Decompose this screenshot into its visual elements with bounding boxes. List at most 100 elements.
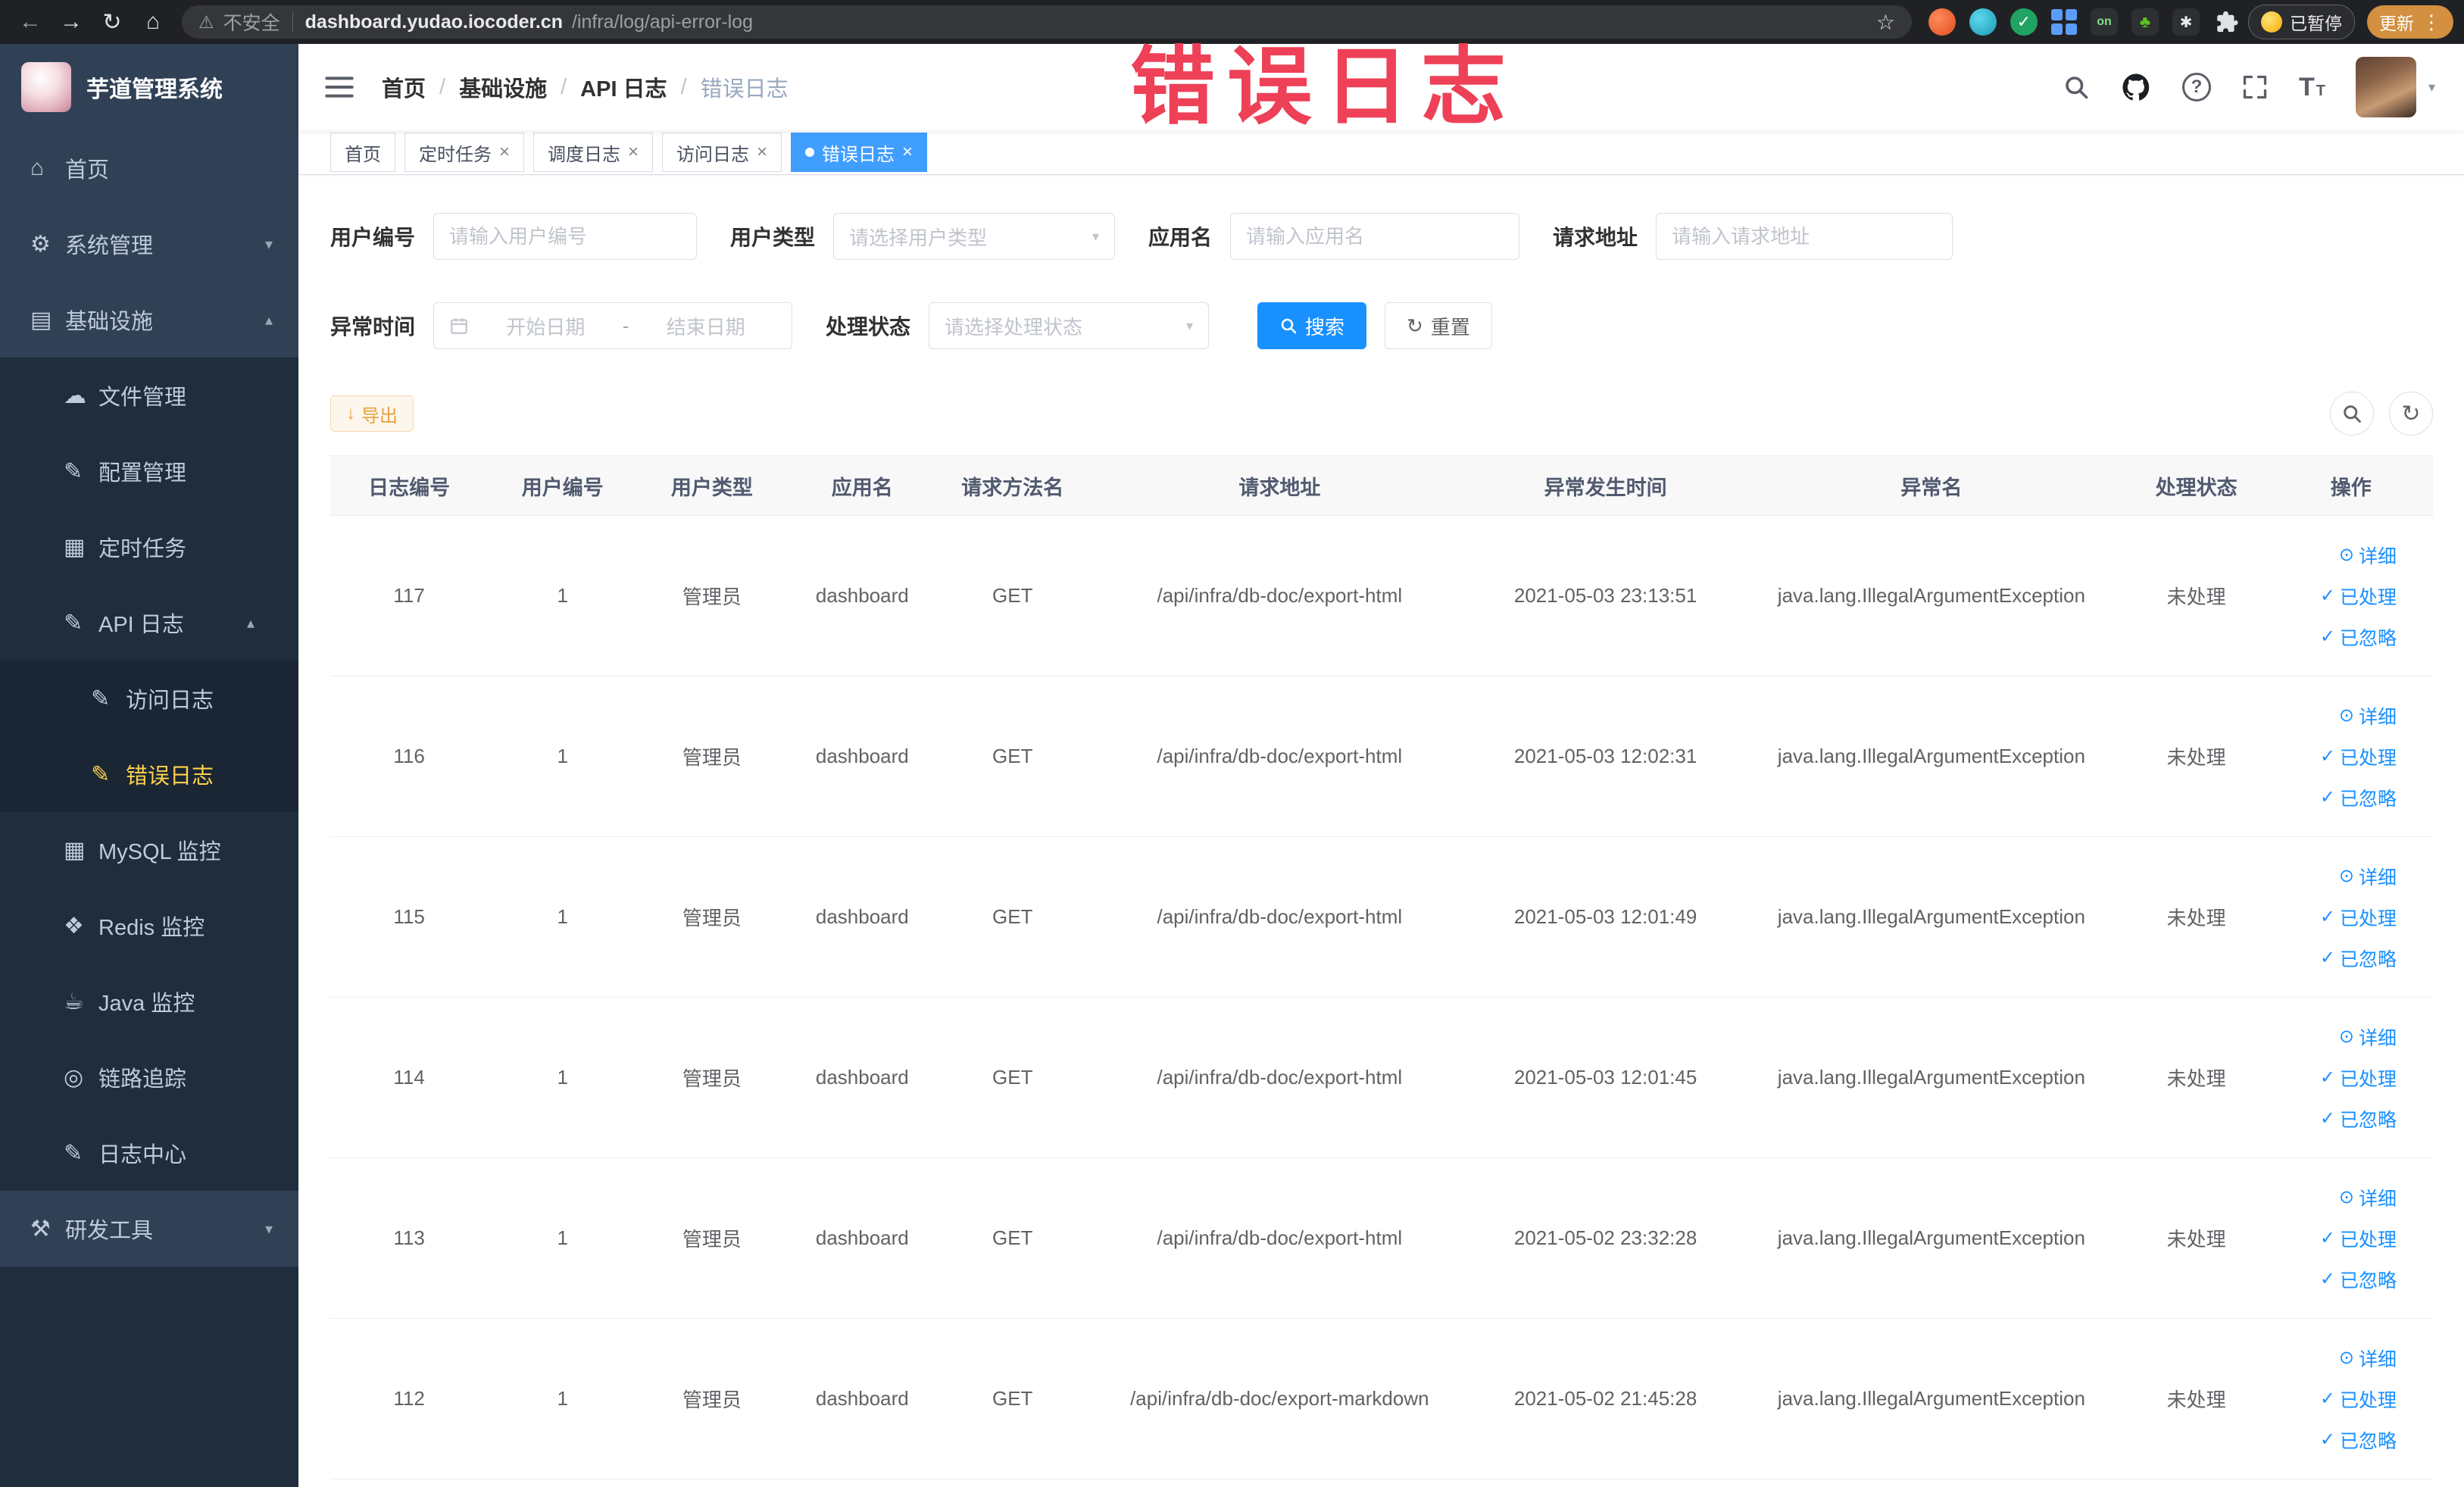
cell-request-url: /api/infra/db-doc/export-html — [1087, 997, 1472, 1158]
detail-link[interactable]: ⊙ 详细 — [2339, 1184, 2397, 1211]
browser-home-icon[interactable]: ⌂ — [133, 5, 173, 39]
detail-link[interactable]: ⊙ 详细 — [2339, 863, 2397, 890]
mark-processed-link[interactable]: ✓ 已处理 — [2320, 583, 2397, 610]
mark-ignored-link[interactable]: ✓ 已忽略 — [2320, 623, 2397, 651]
sidebar-item-access-log[interactable]: ✎ 访问日志 — [0, 661, 298, 736]
close-icon[interactable]: × — [757, 142, 767, 163]
close-icon[interactable]: × — [902, 142, 913, 163]
extension-green-check-icon[interactable]: ✓ — [2010, 8, 2038, 36]
breadcrumb-item[interactable]: 首页 — [382, 71, 426, 103]
breadcrumb-item[interactable]: API 日志 — [580, 71, 667, 103]
github-icon[interactable] — [2120, 71, 2152, 103]
refresh-table-button[interactable]: ↻ — [2389, 392, 2433, 436]
mark-ignored-link[interactable]: ✓ 已忽略 — [2320, 945, 2397, 972]
detail-link[interactable]: ⊙ 详细 — [2339, 1023, 2397, 1051]
reset-button[interactable]: ↻ 重置 — [1385, 302, 1492, 349]
detail-link[interactable]: ⊙ 详细 — [2339, 702, 2397, 729]
cell-user-id: 1 — [488, 1318, 638, 1479]
cell-exception-time: 2021-05-03 12:01:45 — [1472, 997, 1739, 1158]
detail-link[interactable]: ⊙ 详细 — [2339, 1345, 2397, 1372]
sidebar-toggle-icon[interactable] — [324, 74, 354, 100]
mark-ignored-link[interactable]: ✓ 已忽略 — [2320, 1266, 2397, 1293]
back-icon[interactable]: ← — [11, 5, 50, 39]
detail-link[interactable]: ⊙ 详细 — [2339, 542, 2397, 569]
extension-on-badge-icon[interactable]: on — [2091, 8, 2118, 36]
extension-grid-icon[interactable] — [2051, 9, 2077, 35]
column-header-process-status: 处理状态 — [2123, 455, 2269, 516]
reload-icon[interactable]: ↻ — [92, 5, 132, 39]
browser-menu-icon[interactable]: ⋮ — [2422, 11, 2441, 34]
app-name-input[interactable] — [1230, 213, 1520, 260]
sidebar-item-label: 文件管理 — [98, 386, 187, 410]
sidebar-item-dev-tools[interactable]: ⚒ 研发工具 ▾ — [0, 1191, 298, 1267]
cell-method: GET — [938, 997, 1088, 1158]
sidebar-item-scheduled-tasks[interactable]: ▦ 定时任务 — [0, 509, 298, 585]
sidebar-item-error-log[interactable]: ✎ 错误日志 — [0, 736, 298, 812]
help-icon[interactable]: ? — [2181, 73, 2211, 102]
extension-teal-icon[interactable] — [1969, 8, 1997, 36]
sidebar-item-system-mgmt[interactable]: ⚙ 系统管理 ▾ — [0, 206, 298, 282]
mark-ignored-link[interactable]: ✓ 已忽略 — [2320, 1105, 2397, 1132]
toggle-search-button[interactable] — [2330, 392, 2374, 436]
mark-processed-link[interactable]: ✓ 已处理 — [2320, 904, 2397, 931]
filter-exception-time: 异常时间 开始日期 - 结束日期 — [330, 302, 793, 349]
eye-icon: ◎ — [64, 1064, 84, 1090]
avatar-caret-icon[interactable]: ▾ — [2428, 80, 2435, 95]
user-type-select[interactable]: 请选择用户类型 ▾ — [833, 213, 1116, 260]
sidebar-item-config-mgmt[interactable]: ✎ 配置管理 — [0, 433, 298, 509]
date-range-picker[interactable]: 开始日期 - 结束日期 — [433, 302, 793, 349]
search-icon[interactable] — [2063, 73, 2090, 101]
browser-update-button[interactable]: 更新 ⋮ — [2367, 5, 2453, 39]
cell-process-status: 未处理 — [2123, 1318, 2269, 1479]
sidebar-item-tracing[interactable]: ◎ 链路追踪 — [0, 1039, 298, 1115]
export-button[interactable]: ↓ 导出 — [330, 395, 414, 432]
sidebar-item-mysql-monitor[interactable]: ▦ MySQL 监控 — [0, 812, 298, 888]
extension-paw-icon[interactable]: ✱ — [2172, 8, 2200, 36]
tab-scheduled-tasks[interactable]: 定时任务 × — [404, 133, 525, 172]
extension-sprout-icon[interactable]: ♣ — [2131, 8, 2159, 36]
profile-paused-button[interactable]: 已暂停 — [2248, 5, 2355, 39]
search-button[interactable]: 搜索 — [1257, 302, 1367, 349]
bookmark-star-icon[interactable]: ☆ — [1876, 10, 1895, 35]
mark-processed-link[interactable]: ✓ 已处理 — [2320, 1064, 2397, 1092]
mark-processed-link[interactable]: ✓ 已处理 — [2320, 1385, 2397, 1413]
tab-error-log[interactable]: 错误日志 × — [791, 133, 928, 172]
sidebar-item-home[interactable]: ⌂ 首页 — [0, 130, 298, 206]
sidebar-logo[interactable]: 芋道管理系统 — [0, 44, 298, 130]
app-title: 芋道管理系统 — [86, 77, 223, 102]
process-status-select[interactable]: 请选择处理状态 ▾ — [929, 302, 1210, 349]
mark-processed-link[interactable]: ✓ 已处理 — [2320, 1225, 2397, 1252]
page-content: 用户编号 用户类型 请选择用户类型 ▾ 应用名 — [298, 175, 2464, 1487]
close-icon[interactable]: × — [628, 142, 639, 163]
extensions-row: ✓ on ♣ ✱ — [1928, 8, 2239, 36]
cell-app-name: dashboard — [786, 1157, 938, 1319]
fullscreen-icon[interactable] — [2241, 73, 2269, 101]
sidebar-item-redis-monitor[interactable]: ❖ Redis 监控 — [0, 888, 298, 964]
tab-home[interactable]: 首页 — [330, 133, 395, 172]
extension-orange-icon[interactable] — [1928, 8, 1956, 36]
mark-ignored-link[interactable]: ✓ 已忽略 — [2320, 784, 2397, 811]
request-url-input[interactable] — [1656, 213, 1953, 260]
check-icon: ✓ — [2319, 1429, 2335, 1450]
user-id-input[interactable] — [433, 213, 698, 260]
extensions-puzzle-icon[interactable] — [2213, 9, 2239, 35]
search-icon — [1281, 318, 1297, 334]
font-size-icon[interactable]: T T — [2299, 73, 2325, 102]
user-avatar[interactable] — [2355, 57, 2416, 117]
breadcrumb-item[interactable]: 基础设施 — [459, 71, 547, 103]
sidebar-item-java-monitor[interactable]: ☕ Java 监控 — [0, 964, 298, 1039]
tab-schedule-log[interactable]: 调度日志 × — [533, 133, 654, 172]
mark-ignored-link[interactable]: ✓ 已忽略 — [2320, 1426, 2397, 1454]
cell-method: GET — [938, 676, 1088, 837]
sidebar-item-api-logs[interactable]: ✎ API 日志 ▴ — [0, 585, 298, 661]
sidebar-item-infrastructure[interactable]: ▤ 基础设施 ▴ — [0, 282, 298, 358]
address-bar[interactable]: ⚠ 不安全 dashboard.yudao.iocoder.cn /infra/… — [182, 5, 1912, 39]
tab-access-log[interactable]: 访问日志 × — [662, 133, 782, 172]
sidebar-item-label: 日志中心 — [98, 1143, 187, 1167]
tabs-bar: 首页 定时任务 × 调度日志 × 访问日志 × 错误日志 × — [298, 130, 2464, 175]
sidebar-item-log-center[interactable]: ✎ 日志中心 — [0, 1115, 298, 1191]
sidebar-item-file-mgmt[interactable]: ☁ 文件管理 — [0, 358, 298, 433]
forward-icon[interactable]: → — [52, 5, 91, 39]
mark-processed-link[interactable]: ✓ 已处理 — [2320, 743, 2397, 770]
close-icon[interactable]: × — [499, 142, 510, 163]
